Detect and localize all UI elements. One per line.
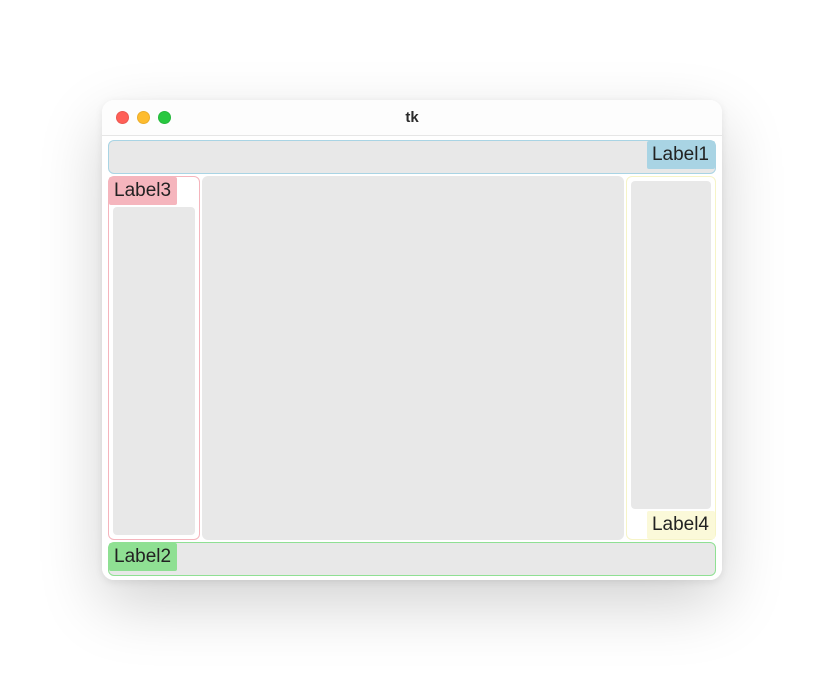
label-1: Label1 — [647, 141, 715, 169]
titlebar: tk — [102, 100, 722, 136]
frame-bottom: Label2 — [108, 542, 716, 576]
close-icon[interactable] — [116, 111, 129, 124]
frame-right-inner — [631, 181, 711, 509]
zoom-icon[interactable] — [158, 111, 171, 124]
frame-top: Label1 — [108, 140, 716, 174]
frame-left-inner — [113, 207, 195, 535]
label-3: Label3 — [109, 177, 177, 205]
window: tk Label1 Label3 Label4 Label2 — [102, 100, 722, 580]
label-2: Label2 — [109, 543, 177, 571]
frame-right: Label4 — [626, 176, 716, 540]
frame-left: Label3 — [108, 176, 200, 540]
window-title: tk — [102, 109, 722, 126]
frame-center — [202, 176, 624, 540]
minimize-icon[interactable] — [137, 111, 150, 124]
label-4: Label4 — [647, 511, 715, 539]
content-area: Label1 Label3 Label4 Label2 — [102, 136, 722, 580]
traffic-lights — [116, 111, 171, 124]
